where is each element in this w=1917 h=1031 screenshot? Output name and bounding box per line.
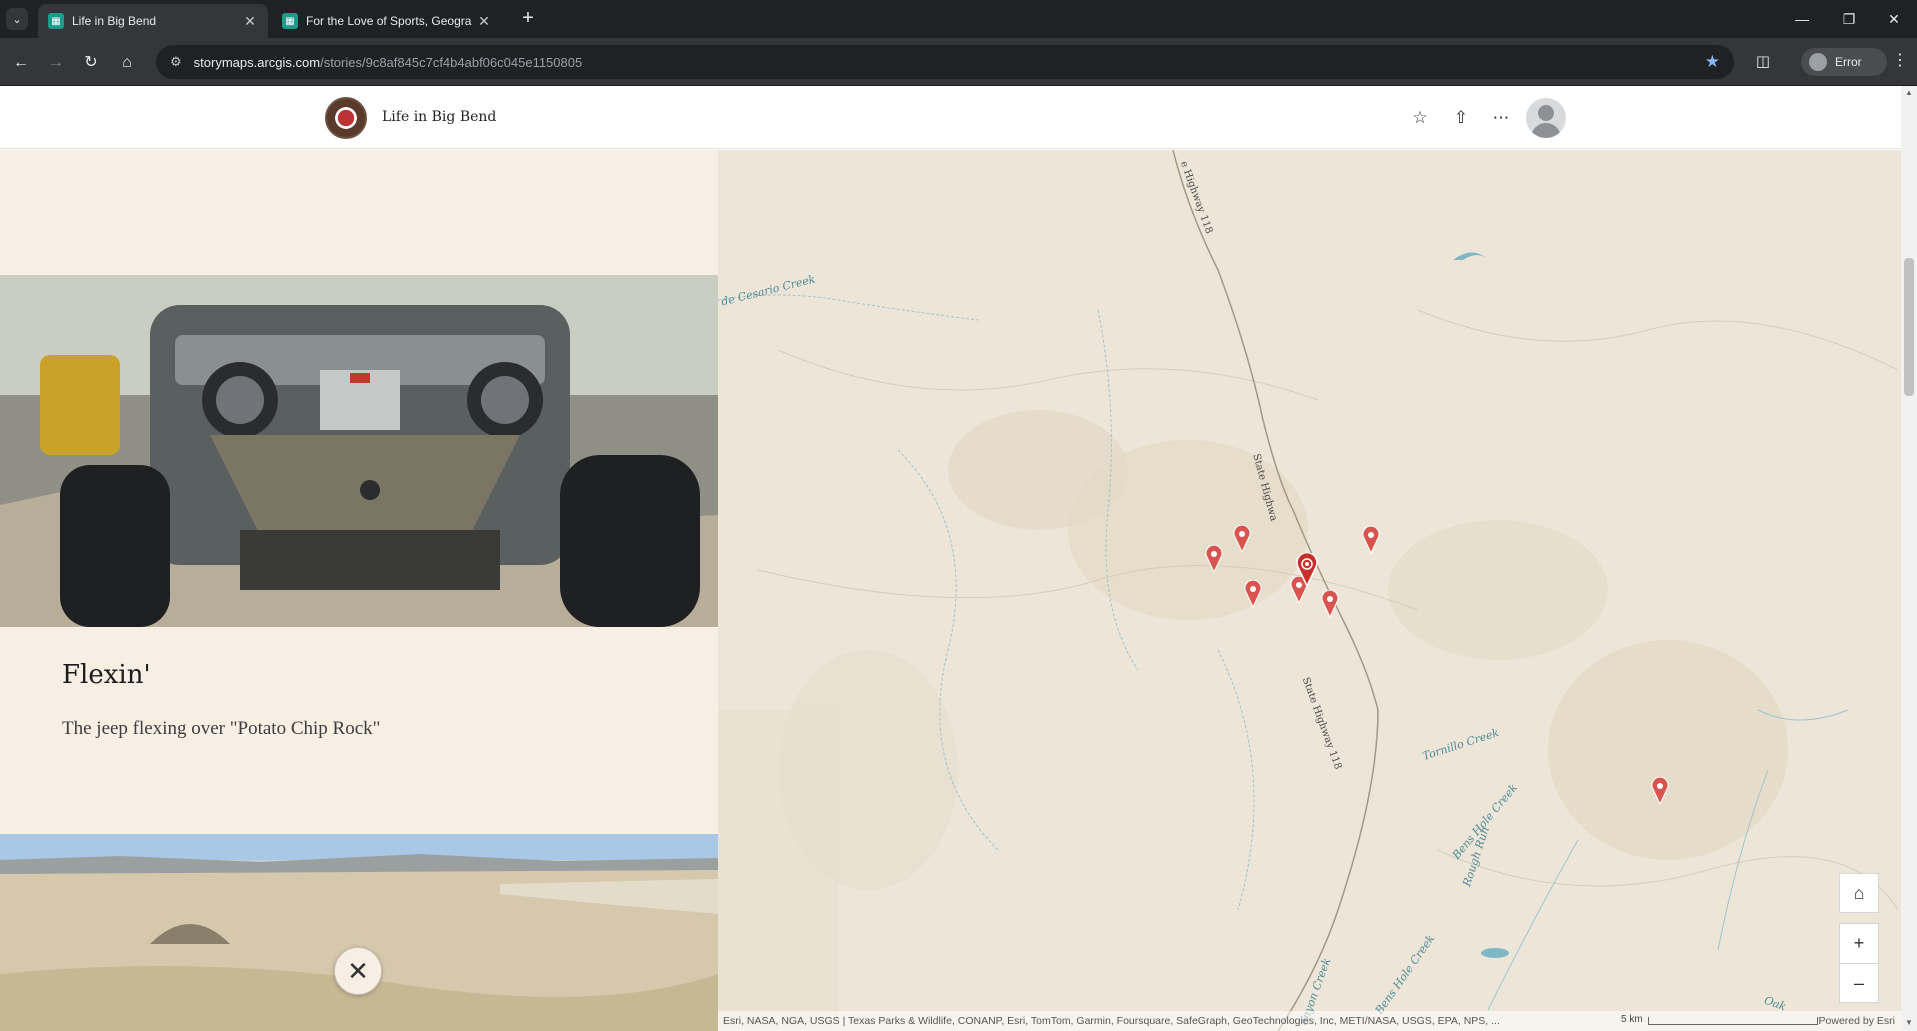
- scroll-up-arrow-icon[interactable]: ▲: [1904, 88, 1914, 97]
- zoom-out-button[interactable]: –: [1839, 963, 1879, 1003]
- restore-window-icon[interactable]: ❐: [1829, 6, 1869, 32]
- url-text: storymaps.arcgis.com/stories/9c8af845c7c…: [194, 55, 583, 70]
- back-arrow-icon[interactable]: ←: [8, 50, 34, 76]
- more-options-icon[interactable]: ⋯: [1489, 106, 1513, 130]
- map-attribution-bar: Esri, NASA, NGA, USGS | Texas Parks & Wi…: [718, 1011, 1901, 1031]
- close-tab-icon[interactable]: ✕: [242, 13, 258, 29]
- jeep-photo-illustration: [0, 275, 718, 627]
- minimize-window-icon[interactable]: —: [1782, 6, 1822, 32]
- map-panel[interactable]: de Cesario Creek e Highway 118 State Hig…: [718, 150, 1901, 1031]
- share-icon[interactable]: ⇧: [1449, 106, 1473, 130]
- avatar-body: [1531, 123, 1561, 138]
- map-scale-label: 5 km: [1621, 1014, 1643, 1025]
- home-icon[interactable]: ⌂: [114, 50, 140, 76]
- forward-arrow-icon[interactable]: →: [43, 50, 69, 76]
- url-path: /stories/9c8af845c7cf4b4abf06c045e115080…: [320, 54, 583, 70]
- story-header: Life in Big Bend ☆ ⇧ ⋯: [0, 86, 1901, 149]
- jeep-photo: [0, 275, 718, 627]
- url-host: storymaps.arcgis.com: [193, 54, 321, 70]
- map-home-button[interactable]: ⌂: [1839, 873, 1879, 913]
- close-window-icon[interactable]: ✕: [1874, 6, 1914, 32]
- tab-love-of-sports[interactable]: ▦ For the Love of Sports, Geogra ✕: [272, 4, 502, 38]
- tab-title: For the Love of Sports, Geogra: [306, 14, 472, 28]
- zoom-in-button[interactable]: +: [1839, 923, 1879, 963]
- story-logo[interactable]: [325, 97, 367, 139]
- extensions-puzzle-icon[interactable]: ◫: [1750, 49, 1776, 75]
- landscape-photo-illustration: [0, 834, 718, 1031]
- slide-title: Flexin': [62, 660, 151, 690]
- narrative-panel: Flexin' The jeep flexing over "Potato Ch…: [0, 150, 718, 1031]
- close-tab-icon[interactable]: ✕: [476, 13, 492, 29]
- tab-list-chevron-icon[interactable]: ⌄: [6, 8, 28, 30]
- powered-by-esri[interactable]: Powered by Esri: [1819, 1015, 1895, 1027]
- browser-menu-icon[interactable]: ⋮: [1890, 50, 1910, 76]
- story-title[interactable]: Life in Big Bend: [382, 109, 496, 125]
- address-bar[interactable]: ⚙ storymaps.arcgis.com/stories/9c8af845c…: [156, 45, 1734, 79]
- slide-caption: The jeep flexing over "Potato Chip Rock": [62, 718, 381, 739]
- avatar-head: [1538, 105, 1554, 121]
- landscape-photo: [0, 834, 718, 1031]
- reload-icon[interactable]: ↻: [78, 50, 104, 76]
- site-info-icon[interactable]: ⚙: [170, 54, 182, 70]
- page-scrollbar[interactable]: ▲ ▼: [1901, 86, 1917, 1031]
- browser-toolbar: ← → ↻ ⌂ ⚙ storymaps.arcgis.com/stories/9…: [0, 38, 1917, 86]
- tab-life-in-big-bend[interactable]: ▦ Life in Big Bend ✕: [38, 4, 268, 38]
- favorite-star-icon[interactable]: ☆: [1408, 106, 1432, 130]
- storymaps-favicon-icon: ▦: [48, 13, 64, 29]
- bookmark-star-icon[interactable]: ★: [1705, 52, 1720, 72]
- tab-title: Life in Big Bend: [72, 14, 157, 28]
- storymaps-favicon-icon: ▦: [282, 13, 298, 29]
- new-tab-plus-icon[interactable]: +: [517, 8, 539, 30]
- scroll-down-arrow-icon[interactable]: ▼: [1904, 1018, 1914, 1027]
- topographic-basemap[interactable]: [718, 150, 1901, 1031]
- profile-button[interactable]: Error: [1801, 48, 1887, 76]
- scrollbar-thumb[interactable]: [1904, 258, 1914, 396]
- profile-label: Error: [1835, 55, 1862, 69]
- map-scale-bar: [1648, 1017, 1818, 1025]
- map-attribution-text[interactable]: Esri, NASA, NGA, USGS | Texas Parks & Wi…: [723, 1015, 1500, 1027]
- profile-avatar-icon: [1809, 53, 1827, 71]
- user-avatar[interactable]: [1526, 98, 1566, 138]
- close-narrative-button[interactable]: ✕: [334, 947, 382, 995]
- browser-tab-bar: ⌄ ▦ Life in Big Bend ✕ ▦ For the Love of…: [0, 0, 1917, 38]
